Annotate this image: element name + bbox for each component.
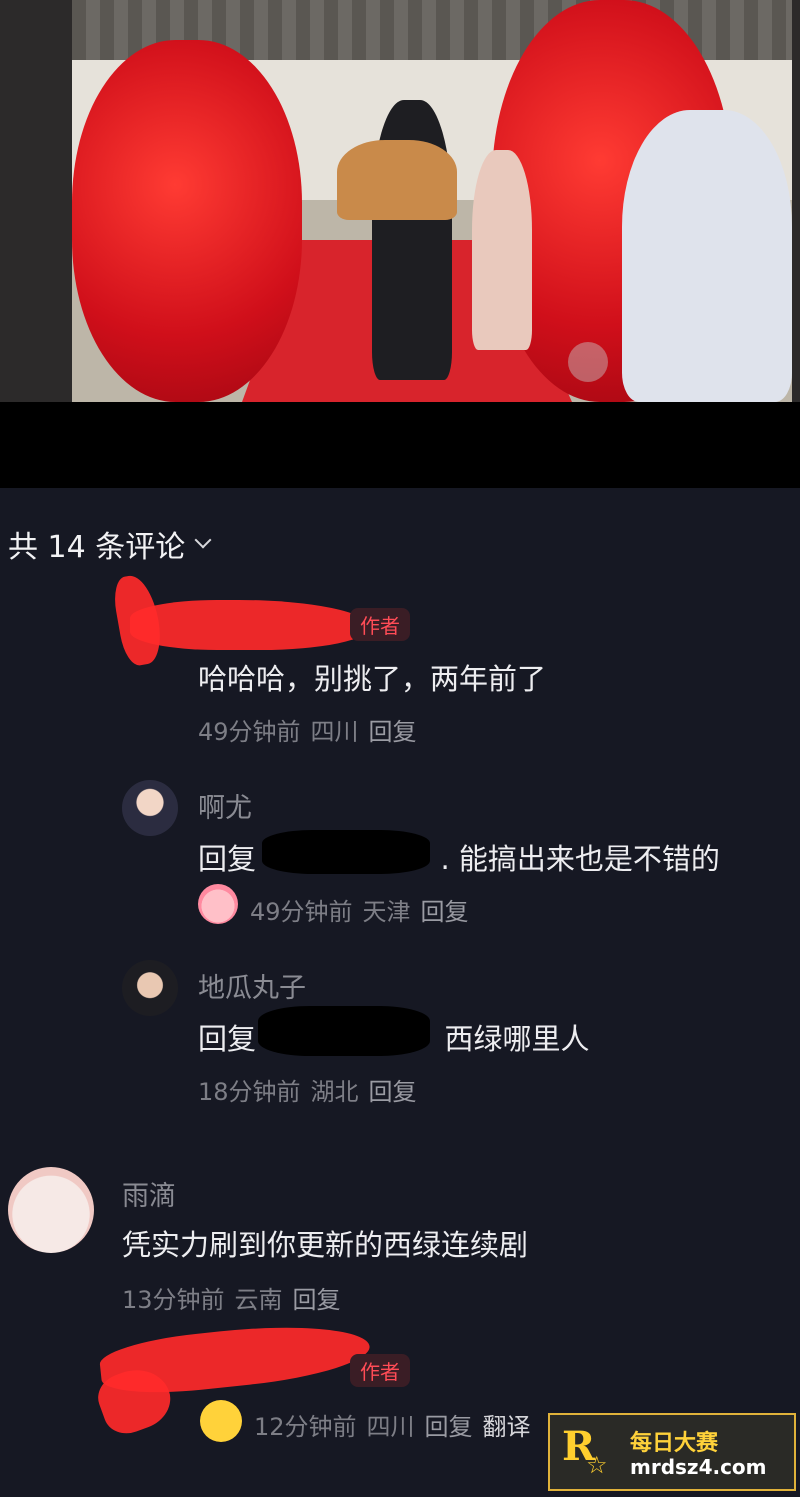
chevron-down-icon <box>194 531 212 549</box>
avatar[interactable] <box>8 1167 94 1253</box>
comment-meta: 18分钟前 湖北 回复 <box>198 1072 417 1107</box>
comment-text: 凭实力刷到你更新的西绿连续剧 <box>122 1228 529 1262</box>
play-indicator-icon[interactable] <box>568 342 608 382</box>
redacted-username <box>258 1006 430 1056</box>
watermark-url: mrdsz4.com <box>630 1455 767 1479</box>
comment-meta: 49分钟前 四川 回复 <box>198 712 417 747</box>
comment-location: 四川 <box>366 1413 415 1441</box>
comment-username[interactable]: 雨滴 <box>122 1174 176 1213</box>
comment-meta: 12分钟前 四川 回复 翻译 <box>254 1407 531 1442</box>
comment-time: 18分钟前 <box>198 1078 301 1106</box>
author-badge: 作者 <box>350 608 410 641</box>
comment-location: 湖北 <box>310 1078 359 1106</box>
author-badge: 作者 <box>350 1354 410 1387</box>
video-letterbox-right <box>792 0 800 402</box>
lion-dancer-left <box>72 40 302 402</box>
comment-time: 49分钟前 <box>198 718 301 746</box>
reply-text: . 能搞出来也是不错的 <box>440 842 720 876</box>
peach-sticker-icon <box>198 884 238 924</box>
comment-location: 云南 <box>234 1286 283 1314</box>
video-bottom-band <box>0 402 800 488</box>
star-icon: ☆ <box>586 1451 608 1479</box>
comments-count-header[interactable]: 共 14 条评论 <box>8 522 212 566</box>
avatar[interactable] <box>122 960 178 1016</box>
redacted-username <box>130 600 370 650</box>
comment-time: 49分钟前 <box>250 898 353 926</box>
comment-username[interactable]: 啊尤 <box>198 786 252 825</box>
reply-button[interactable]: 回复 <box>425 1407 473 1442</box>
video-preview[interactable] <box>0 0 800 402</box>
redacted-username <box>262 830 430 874</box>
comment-location: 四川 <box>310 718 359 746</box>
laughing-emoji-icon <box>200 1400 242 1442</box>
comments-count-label: 共 14 条评论 <box>8 530 186 565</box>
reply-prefix: 回复 <box>198 842 257 876</box>
reply-button[interactable]: 回复 <box>293 1280 341 1315</box>
comment-meta: 49分钟前 天津 回复 <box>250 892 469 927</box>
bride-figure <box>337 140 457 220</box>
comment-meta: 13分钟前 云南 回复 <box>122 1280 341 1315</box>
avatar[interactable] <box>122 780 178 836</box>
translate-button[interactable]: 翻译 <box>483 1407 531 1442</box>
reply-prefix: 回复 <box>198 1022 257 1056</box>
reply-button[interactable]: 回复 <box>369 712 417 747</box>
comment-time: 12分钟前 <box>254 1413 357 1441</box>
reply-text: 西绿哪里人 <box>444 1022 590 1056</box>
video-frame <box>72 0 792 402</box>
comment-username[interactable]: 地瓜丸子 <box>198 966 306 1005</box>
reply-button[interactable]: 回复 <box>369 1072 417 1107</box>
comment-time: 13分钟前 <box>122 1286 225 1314</box>
reply-button[interactable]: 回复 <box>421 892 469 927</box>
watermark-title: 每日大赛 <box>630 1431 719 1456</box>
bridesmaid-figure <box>472 150 532 350</box>
comment-location: 天津 <box>362 898 411 926</box>
watermark: R ☆ 每日大赛 mrdsz4.com <box>548 1413 796 1491</box>
spectator-figure <box>622 110 792 402</box>
comment-text: 哈哈哈，别挑了，两年前了 <box>198 662 547 696</box>
video-letterbox-left <box>0 0 72 402</box>
